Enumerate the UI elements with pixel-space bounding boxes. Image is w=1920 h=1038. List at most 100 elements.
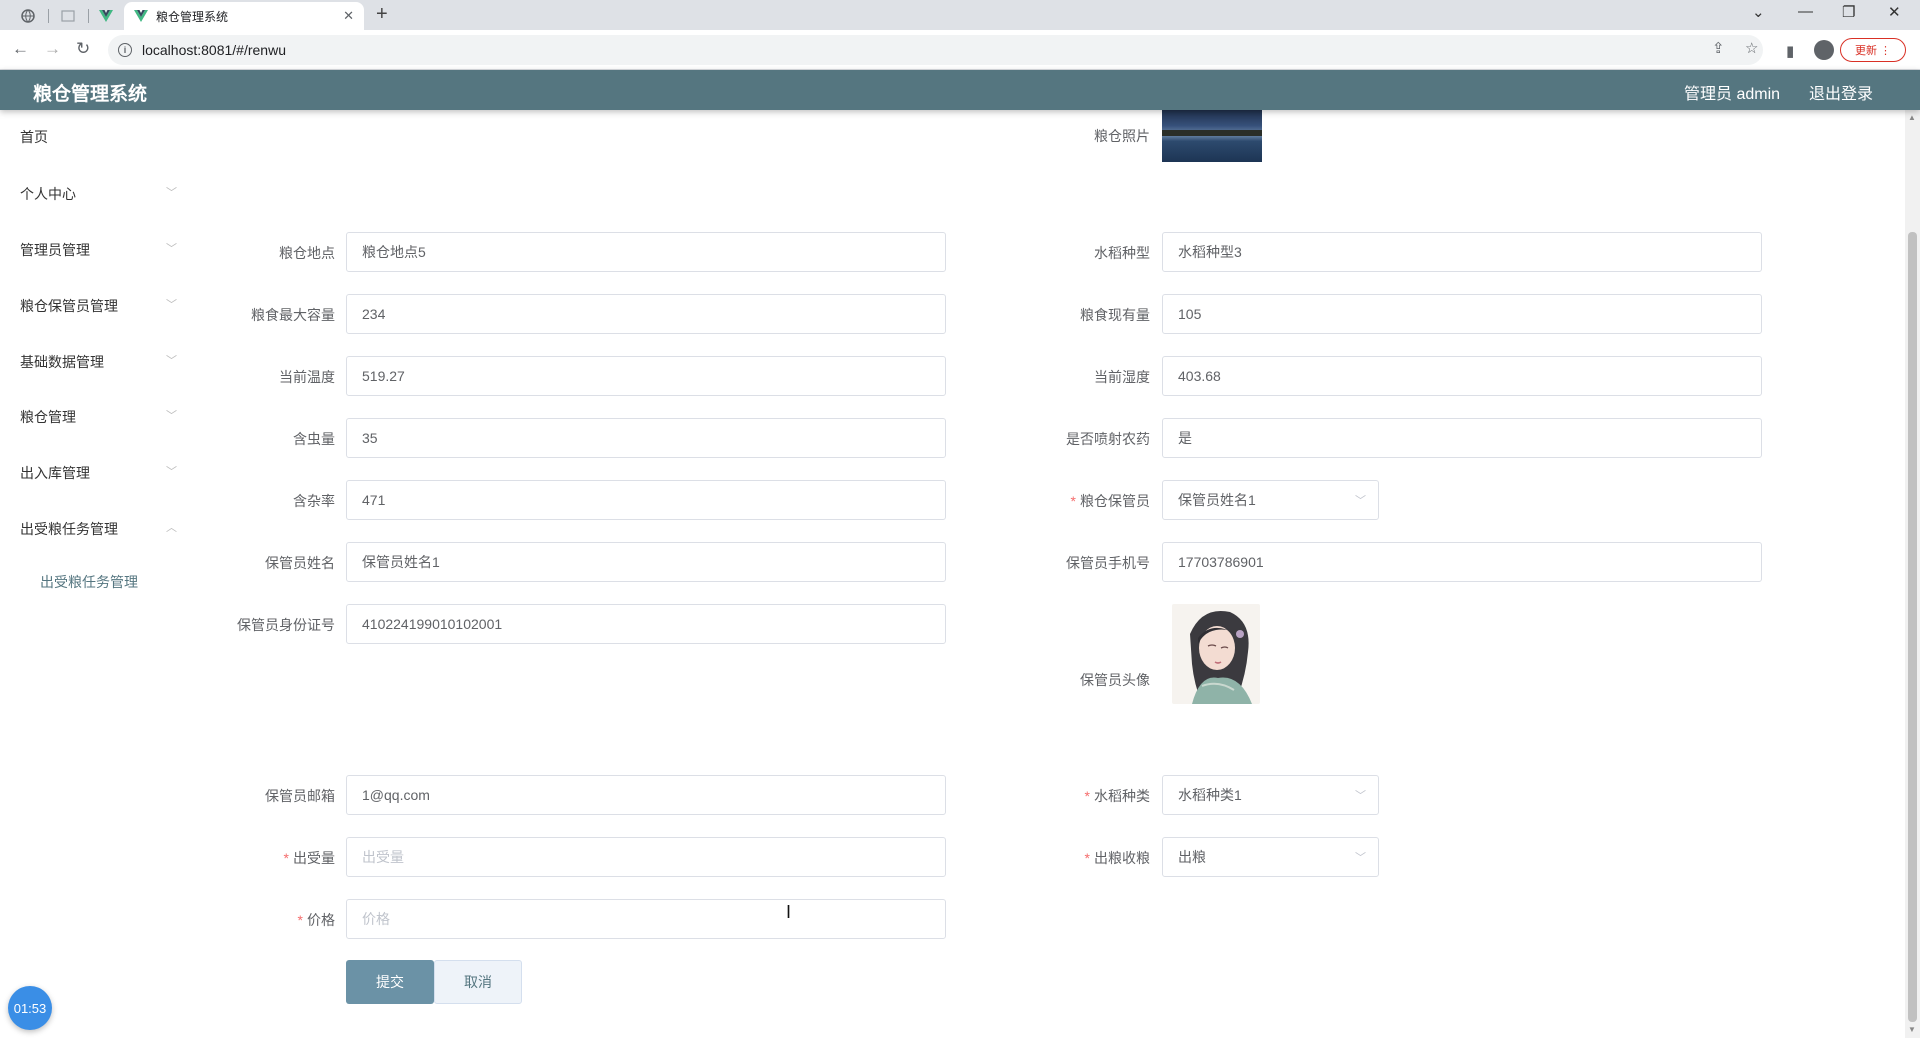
share-icon[interactable]: ⇪ [1712, 39, 1725, 57]
forward-icon[interactable]: → [44, 39, 61, 59]
pinned-tab-globe[interactable] [10, 5, 46, 27]
text-cursor-icon: I [786, 902, 792, 922]
submit-button[interactable]: 提交 [346, 960, 434, 1004]
sidebar-item-home[interactable]: 首页 [0, 122, 185, 152]
keeper-select[interactable]: 保管员姓名1 ﹀ [1162, 480, 1379, 520]
logout-link[interactable]: 退出登录 [1809, 80, 1873, 104]
rice-kind-select-value: 水稻种类1 [1178, 787, 1242, 803]
keeper-phone-field[interactable]: 17703786901 [1162, 542, 1762, 582]
insect-value: 35 [362, 430, 378, 446]
keeper-avatar-image[interactable] [1172, 604, 1260, 704]
sidebar-item-label: 出受粮任务管理 [40, 574, 138, 590]
location-field[interactable]: 粮仓地点5 [346, 232, 946, 272]
price-label: * 价格 [135, 910, 335, 930]
pinned-tab-vue[interactable] [88, 5, 124, 27]
sidebar-item-task-management[interactable]: 出受粮任务管理 ︿ [0, 514, 185, 544]
new-tab-icon[interactable]: + [376, 3, 388, 26]
tab-close-icon[interactable]: ✕ [343, 8, 354, 24]
direction-label: * 出粮收粮 [950, 848, 1150, 868]
max-capacity-value: 234 [362, 306, 386, 322]
chevron-down-icon: ﹀ [166, 355, 177, 367]
cancel-button[interactable]: 取消 [434, 960, 522, 1004]
rice-kind-label-text: 水稻种类 [1094, 788, 1150, 804]
price-label-text: 价格 [307, 912, 335, 928]
current-amount-field[interactable]: 105 [1162, 294, 1762, 334]
current-amount-value: 105 [1178, 306, 1202, 322]
sidebar-item-label: 出入库管理 [20, 465, 90, 481]
rice-type-label: 水稻种型 [1094, 245, 1150, 261]
bookmark-star-icon[interactable]: ☆ [1745, 39, 1758, 57]
sidebar-item-label: 粮仓管理 [20, 409, 76, 425]
scrollbar-thumb[interactable] [1908, 232, 1917, 1022]
tab-active[interactable]: 粮仓管理系统 ✕ [124, 2, 364, 30]
chevron-down-icon: ﹀ [1355, 790, 1366, 802]
tab-search-chevron-icon[interactable]: ⌄ [1752, 3, 1765, 21]
minimize-icon[interactable]: — [1798, 3, 1813, 20]
keeper-id-field[interactable]: 410224199010102001 [346, 604, 946, 644]
reload-icon[interactable]: ↻ [76, 39, 90, 59]
url-text: localhost:8081/#/renwu [142, 42, 286, 58]
rice-kind-select[interactable]: 水稻种类1 ﹀ [1162, 775, 1379, 815]
pesticide-field[interactable]: 是 [1162, 418, 1762, 458]
keeper-id-value: 410224199010102001 [362, 616, 503, 632]
required-asterisk: * [1084, 850, 1090, 866]
price-placeholder: 价格 [362, 911, 390, 927]
keeper-avatar-label: 保管员头像 [1080, 672, 1150, 688]
keeper-email-value: 1@qq.com [362, 787, 430, 803]
chevron-down-icon: ﹀ [166, 187, 177, 199]
out-amount-input[interactable]: 出受量 [346, 837, 946, 877]
recording-timer-badge[interactable]: 01:53 [8, 986, 52, 1030]
back-icon[interactable]: ← [12, 39, 29, 59]
rice-type-value: 水稻种型3 [1178, 244, 1242, 260]
browser-tab-bar: 粮仓管理系统 ✕ + ⌄ — ❐ ✕ [0, 0, 1920, 30]
sidebar-item-label: 管理员管理 [20, 242, 90, 258]
required-asterisk: * [1084, 788, 1090, 804]
price-input[interactable]: 价格 [346, 899, 946, 939]
direction-select-value: 出粮 [1178, 849, 1206, 865]
page-icon [61, 10, 75, 22]
tab-title: 粮仓管理系统 [156, 9, 229, 24]
sidebar-item-label: 出受粮任务管理 [20, 521, 118, 537]
sidebar-item-granary-management[interactable]: 粮仓管理 ﹀ [0, 402, 185, 432]
pesticide-value: 是 [1178, 430, 1192, 446]
profile-avatar-icon[interactable] [1814, 40, 1834, 60]
scroll-down-arrow-icon[interactable]: ▼ [1908, 1025, 1916, 1034]
direction-select[interactable]: 出粮 ﹀ [1162, 837, 1379, 877]
pinned-tab-blank[interactable] [50, 5, 86, 27]
granary-photo[interactable] [1162, 110, 1262, 162]
update-button[interactable]: 更新 ⋮ [1840, 38, 1906, 62]
keeper-id-label: 保管员身份证号 [237, 617, 335, 633]
sidebar-item-label: 粮仓保管员管理 [20, 298, 118, 314]
temperature-field[interactable]: 519.27 [346, 356, 946, 396]
scroll-up-arrow-icon[interactable]: ▲ [1908, 113, 1916, 122]
sidebar-item-label: 个人中心 [20, 186, 76, 202]
side-panel-icon[interactable]: ▮ [1786, 42, 1794, 60]
sidebar-item-label: 基础数据管理 [20, 354, 104, 370]
pesticide-label: 是否喷射农药 [1066, 431, 1150, 447]
sidebar-item-inout-management[interactable]: 出入库管理 ﹀ [0, 458, 185, 488]
url-bar[interactable]: i localhost:8081/#/renwu ⇪ ☆ [108, 35, 1763, 65]
out-amount-label: * 出受量 [135, 848, 335, 868]
impurity-field[interactable]: 471 [346, 480, 946, 520]
site-info-icon[interactable]: i [118, 43, 132, 57]
sidebar-item-personal-center[interactable]: 个人中心 ﹀ [0, 179, 185, 209]
insect-label: 含虫量 [293, 431, 335, 447]
chevron-down-icon: ﹀ [166, 466, 177, 478]
impurity-value: 471 [362, 492, 386, 508]
insect-field[interactable]: 35 [346, 418, 946, 458]
chevron-down-icon: ﹀ [1355, 495, 1366, 507]
humidity-field[interactable]: 403.68 [1162, 356, 1762, 396]
keeper-email-field[interactable]: 1@qq.com [346, 775, 946, 815]
max-capacity-field[interactable]: 234 [346, 294, 946, 334]
rice-type-field[interactable]: 水稻种型3 [1162, 232, 1762, 272]
keeper-name-field[interactable]: 保管员姓名1 [346, 542, 946, 582]
direction-label-text: 出粮收粮 [1094, 850, 1150, 866]
globe-icon [21, 9, 35, 23]
required-asterisk: * [1070, 493, 1076, 509]
keeper-email-label: 保管员邮箱 [265, 788, 335, 804]
restore-icon[interactable]: ❐ [1842, 3, 1855, 21]
address-bar-row: ← → ↻ i localhost:8081/#/renwu ⇪ ☆ ▮ 更新 … [0, 30, 1920, 70]
window-close-icon[interactable]: ✕ [1888, 3, 1901, 21]
required-asterisk: * [297, 912, 303, 928]
photo-label: 粮仓照片 [1094, 128, 1150, 144]
